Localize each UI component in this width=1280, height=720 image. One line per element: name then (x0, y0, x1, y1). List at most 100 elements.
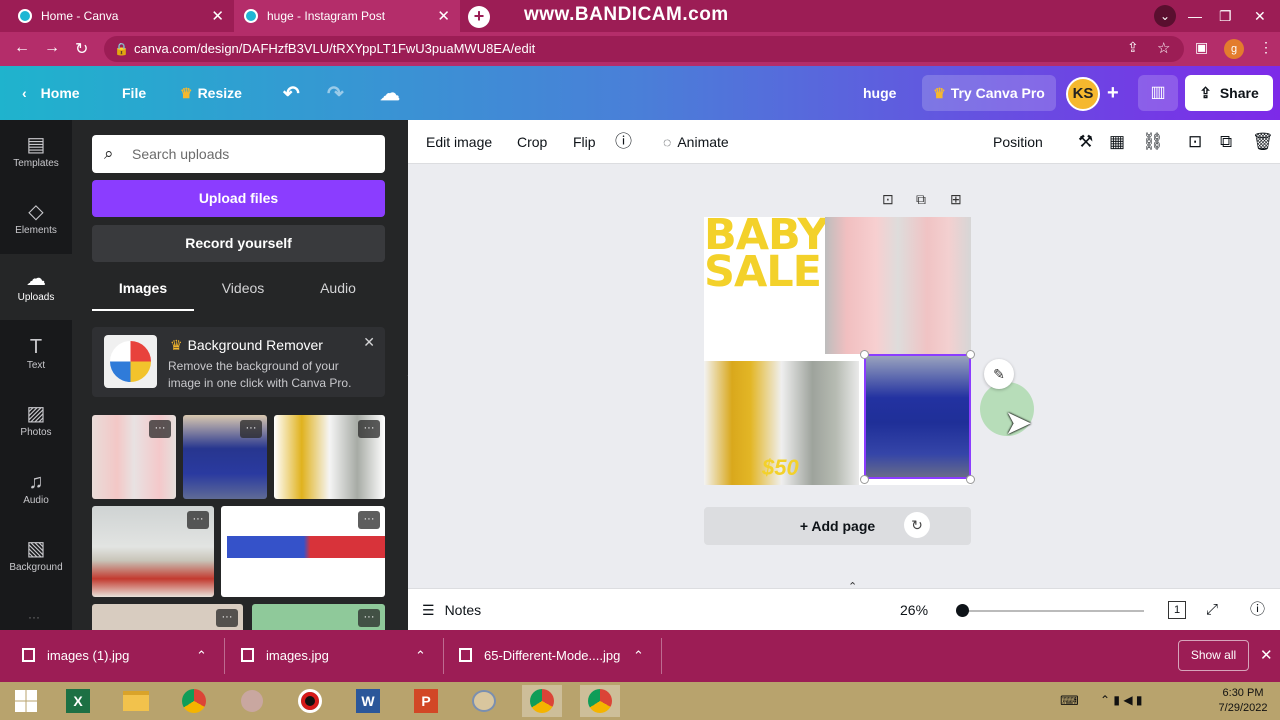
more-options-icon[interactable]: ··· (358, 420, 380, 438)
unlock-icon[interactable]: ⊡ (1188, 120, 1202, 164)
transparency-icon[interactable]: ▦ (1109, 120, 1125, 164)
chrome-icon[interactable] (580, 685, 620, 717)
excel-icon[interactable]: X (58, 685, 98, 717)
rail-templates[interactable]: ▤ Templates (0, 120, 72, 186)
headline[interactable]: BABY SALE (704, 214, 829, 294)
upload-thumbnail[interactable]: ··· (252, 604, 385, 630)
paint-roller-icon[interactable]: ⚒ (1078, 120, 1093, 164)
undo-icon[interactable]: ↶ (283, 66, 300, 120)
bandicam-record-icon[interactable] (290, 685, 330, 717)
download-item[interactable]: 65-Different-Mode....jpg (459, 630, 620, 682)
pink-dress-photo[interactable] (825, 217, 971, 354)
flip-button[interactable]: Flip (573, 120, 596, 164)
chevron-down-icon[interactable]: ⌄ (1154, 5, 1176, 27)
chrome-icon[interactable] (174, 685, 214, 717)
add-page-button[interactable]: + Add page (704, 507, 971, 545)
file-explorer-icon[interactable] (116, 685, 156, 717)
tab-home-canva[interactable]: Home - Canva ✕ (8, 0, 234, 32)
resize-handle[interactable] (860, 475, 869, 484)
close-tab-icon[interactable]: ✕ (437, 7, 450, 25)
resize-handle[interactable] (966, 475, 975, 484)
rail-text[interactable]: T Text (0, 322, 72, 388)
download-item[interactable]: images (1).jpg (22, 630, 129, 682)
search-input[interactable]: ⌕ Search uploads (92, 135, 385, 173)
duplicate-icon[interactable]: ⧉ (1220, 120, 1232, 164)
comment-icon[interactable]: ✎ (984, 359, 1014, 389)
rail-uploads[interactable]: ☁ Uploads (0, 254, 72, 320)
more-options-icon[interactable]: ··· (187, 511, 209, 529)
rail-background[interactable]: ▧ Background (0, 524, 72, 590)
chrome-icon[interactable] (522, 685, 562, 717)
info-icon[interactable]: ⓘ (615, 120, 632, 164)
home-button[interactable]: ‹ Home (22, 66, 80, 120)
close-window-icon[interactable]: ✕ (1254, 0, 1266, 32)
more-options-icon[interactable]: ··· (358, 609, 380, 627)
lock-page-icon[interactable]: ⊡ (882, 191, 894, 208)
tray-icons[interactable]: ⌃ ▮ ◀ ▮ (1100, 693, 1143, 707)
powerpoint-icon[interactable]: P (406, 685, 446, 717)
cloud-sync-icon[interactable]: ☁ (380, 66, 400, 120)
minimize-icon[interactable]: — (1188, 0, 1202, 32)
trash-icon[interactable]: 🗑 (1252, 120, 1274, 164)
show-all-button[interactable]: Show all (1178, 640, 1249, 671)
tab-audio[interactable]: Audio (287, 280, 389, 310)
upload-thumbnail[interactable]: ··· (92, 415, 176, 499)
help-icon[interactable]: ⓘ (1250, 589, 1265, 631)
insights-icon[interactable]: ▥ (1138, 75, 1178, 111)
upload-thumbnail[interactable]: ··· (92, 506, 214, 597)
zoom-slider-knob[interactable] (956, 604, 969, 617)
design-page[interactable]: BABY SALE $50 (704, 214, 975, 485)
animate-button[interactable]: ◌ Animate (663, 120, 729, 164)
more-icon[interactable]: ··· (28, 610, 40, 624)
download-item[interactable]: images.jpg (241, 630, 329, 682)
windows-start-icon[interactable] (6, 685, 46, 717)
zoom-slider[interactable] (962, 610, 1144, 612)
tab-videos[interactable]: Videos (192, 280, 294, 310)
resize-handle[interactable] (966, 350, 975, 359)
close-icon[interactable]: ✕ (1260, 630, 1273, 682)
refresh-icon[interactable]: ↻ (904, 512, 930, 538)
upload-thumbnail[interactable]: ··· (92, 604, 243, 630)
upload-thumbnail[interactable]: ··· (183, 415, 267, 499)
close-icon[interactable]: ✕ (363, 334, 375, 351)
edit-image-button[interactable]: Edit image (426, 120, 492, 164)
position-button[interactable]: Position (993, 120, 1043, 164)
url-field[interactable]: 🔒 canva.com/design/DAFHzfB3VLU/tRXYppLT1… (104, 36, 1184, 62)
chevron-up-icon[interactable]: ⌃ (196, 630, 207, 682)
page-count[interactable]: 1 (1168, 601, 1186, 619)
resize-handle[interactable] (860, 350, 869, 359)
zoom-level[interactable]: 26% (900, 589, 928, 631)
more-options-icon[interactable]: ··· (240, 420, 262, 438)
paint-palette-icon[interactable] (464, 685, 504, 717)
background-remover-promo[interactable]: ♛ Background Remover Remove the backgroun… (92, 327, 385, 397)
paint-icon[interactable] (232, 685, 272, 717)
back-icon[interactable]: ← (14, 39, 30, 57)
more-options-icon[interactable]: ··· (216, 609, 238, 627)
tab-images[interactable]: Images (92, 280, 194, 310)
word-icon[interactable]: W (348, 685, 388, 717)
chevron-up-icon[interactable]: ⌃ (415, 630, 426, 682)
close-tab-icon[interactable]: ✕ (211, 7, 224, 25)
crop-button[interactable]: Crop (517, 120, 547, 164)
more-options-icon[interactable]: ··· (358, 511, 380, 529)
link-icon[interactable]: ⛓ (1142, 120, 1164, 164)
profile-avatar[interactable]: g (1224, 39, 1244, 59)
tab-instagram-post[interactable]: huge - Instagram Post ✕ (234, 0, 460, 32)
price-text[interactable]: $50 (762, 455, 799, 481)
star-icon[interactable]: ☆ (1157, 39, 1170, 57)
record-yourself-button[interactable]: Record yourself (92, 225, 385, 262)
notes-button[interactable]: ☰ Notes (422, 589, 481, 631)
rail-elements[interactable]: ◇ Elements (0, 187, 72, 253)
add-collaborator-icon[interactable]: + (1107, 66, 1119, 120)
rail-audio[interactable]: ♫ Audio (0, 457, 72, 523)
keyboard-icon[interactable]: ⌨ (1060, 693, 1079, 709)
sidebar-icon[interactable]: ▣ (1195, 39, 1208, 56)
forward-icon[interactable]: → (44, 39, 60, 57)
try-canva-pro-button[interactable]: ♛ Try Canva Pro (922, 75, 1056, 111)
fullscreen-icon[interactable]: ⤢ (1206, 589, 1218, 631)
duplicate-page-icon[interactable]: ⧉ (916, 191, 926, 208)
resize-button[interactable]: ♛ Resize (180, 66, 242, 120)
rail-photos[interactable]: ▨ Photos (0, 389, 72, 455)
upload-thumbnail[interactable]: ··· (221, 506, 385, 597)
new-tab-button[interactable]: + (468, 6, 490, 28)
